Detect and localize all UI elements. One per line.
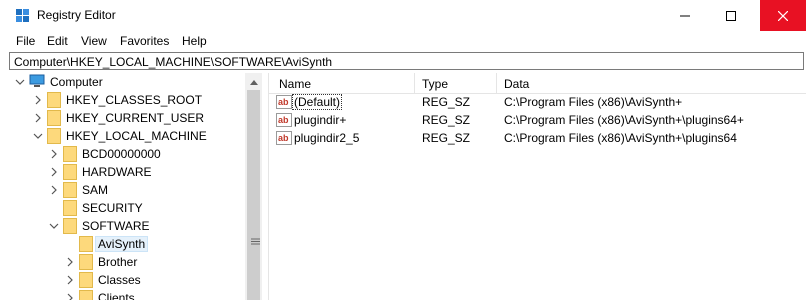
column-divider[interactable] xyxy=(496,73,497,93)
tree-label: HARDWARE xyxy=(82,165,152,179)
column-header-type[interactable]: Type xyxy=(422,77,448,91)
value-list[interactable]: Name Type Data ab (Default) REG_SZ C:\Pr… xyxy=(268,73,806,300)
folder-icon xyxy=(63,164,77,180)
tree-label: HKEY_LOCAL_MACHINE xyxy=(66,129,207,143)
folder-icon xyxy=(47,110,61,126)
close-icon xyxy=(778,10,788,21)
chevron-right-icon[interactable] xyxy=(49,149,59,159)
folder-icon xyxy=(79,272,93,288)
value-row[interactable]: ab plugindir2_5 REG_SZ C:\Program Files … xyxy=(269,129,806,147)
value-data: C:\Program Files (x86)\AviSynth+ xyxy=(504,95,683,109)
value-type: REG_SZ xyxy=(422,113,471,127)
list-header: Name Type Data xyxy=(269,73,806,94)
column-header-name[interactable]: Name xyxy=(279,77,311,91)
chevron-up-icon xyxy=(249,79,258,85)
chevron-right-icon[interactable] xyxy=(65,293,75,300)
column-divider[interactable] xyxy=(414,73,415,93)
folder-icon xyxy=(47,92,61,108)
chevron-right-icon[interactable] xyxy=(33,113,43,123)
tree-label: HKEY_CLASSES_ROOT xyxy=(66,93,203,107)
chevron-down-icon[interactable] xyxy=(49,221,59,231)
tree-item-hkey-local-machine[interactable]: HKEY_LOCAL_MACHINE xyxy=(9,127,249,145)
minimize-button[interactable] xyxy=(662,0,708,31)
string-value-icon: ab xyxy=(276,95,292,109)
address-bar[interactable]: Computer\HKEY_LOCAL_MACHINE\SOFTWARE\Avi… xyxy=(9,52,804,70)
scrollbar-thumb[interactable] xyxy=(247,90,260,300)
value-name: plugindir+ xyxy=(294,113,347,127)
column-header-data[interactable]: Data xyxy=(504,77,529,91)
tree-label: Classes xyxy=(98,273,141,287)
svg-text:ab: ab xyxy=(278,97,289,107)
registry-editor-icon xyxy=(16,9,29,22)
tree-item-hkey-current-user[interactable]: HKEY_CURRENT_USER xyxy=(9,109,249,127)
tree-label: Clients xyxy=(98,291,135,300)
close-button[interactable] xyxy=(760,0,806,31)
scroll-up-button[interactable] xyxy=(245,73,262,90)
tree-item-sam[interactable]: SAM xyxy=(9,181,249,199)
value-data: C:\Program Files (x86)\AviSynth+\plugins… xyxy=(504,113,744,127)
tree-item-hkey-classes-root[interactable]: HKEY_CLASSES_ROOT xyxy=(9,91,249,109)
folder-icon xyxy=(79,290,93,300)
tree-item-security[interactable]: SECURITY xyxy=(9,199,249,217)
key-tree[interactable]: Computer HKEY_CLASSES_ROOT HKEY_CURRENT_… xyxy=(9,73,262,300)
string-value-icon: ab xyxy=(276,113,292,127)
svg-text:ab: ab xyxy=(278,115,289,125)
tree-item-software[interactable]: SOFTWARE xyxy=(9,217,249,235)
window-title: Registry Editor xyxy=(37,8,116,22)
string-value-icon: ab xyxy=(276,131,292,145)
menu-edit[interactable]: Edit xyxy=(47,34,68,48)
chevron-right-icon[interactable] xyxy=(33,95,43,105)
tree-item-hardware[interactable]: HARDWARE xyxy=(9,163,249,181)
value-row[interactable]: ab plugindir+ REG_SZ C:\Program Files (x… xyxy=(269,111,806,129)
value-name: plugindir2_5 xyxy=(294,131,360,145)
value-type: REG_SZ xyxy=(422,95,471,109)
folder-icon xyxy=(63,182,77,198)
computer-icon xyxy=(29,74,45,87)
value-row[interactable]: ab (Default) REG_SZ C:\Program Files (x8… xyxy=(269,93,806,111)
maximize-button[interactable] xyxy=(708,0,754,31)
tree-item-computer[interactable]: Computer xyxy=(9,73,249,91)
menu-help[interactable]: Help xyxy=(182,34,207,48)
tree-label: SAM xyxy=(82,183,109,197)
folder-icon xyxy=(47,128,61,144)
folder-icon xyxy=(63,218,77,234)
menu-view[interactable]: View xyxy=(81,34,107,48)
address-path[interactable]: Computer\HKEY_LOCAL_MACHINE\SOFTWARE\Avi… xyxy=(14,55,332,69)
tree-label: SECURITY xyxy=(82,201,143,215)
value-type: REG_SZ xyxy=(422,131,471,145)
folder-icon xyxy=(63,146,77,162)
chevron-right-icon[interactable] xyxy=(49,167,59,177)
tree-item-avisynth[interactable]: AviSynth xyxy=(9,235,249,253)
tree-label: Brother xyxy=(98,255,138,269)
tree-scrollbar[interactable] xyxy=(245,73,262,300)
maximize-icon xyxy=(726,10,736,21)
tree-item-bcd[interactable]: BCD00000000 xyxy=(9,145,249,163)
folder-icon xyxy=(63,200,77,216)
svg-text:ab: ab xyxy=(278,133,289,143)
chevron-right-icon[interactable] xyxy=(65,257,75,267)
tree-label: BCD00000000 xyxy=(82,147,161,161)
tree-label: SOFTWARE xyxy=(82,219,150,233)
tree-item-clients[interactable]: Clients xyxy=(9,289,249,300)
tree-label-computer: Computer xyxy=(50,75,103,89)
value-name: (Default) xyxy=(291,94,343,110)
minimize-icon xyxy=(680,15,690,16)
tree-label: HKEY_CURRENT_USER xyxy=(66,111,205,125)
chevron-down-icon[interactable] xyxy=(33,131,43,141)
grip-icon xyxy=(251,238,260,245)
folder-icon xyxy=(79,236,93,252)
menu-file[interactable]: File xyxy=(16,34,35,48)
chevron-right-icon[interactable] xyxy=(49,185,59,195)
tree-label-selected: AviSynth xyxy=(95,236,149,252)
value-data: C:\Program Files (x86)\AviSynth+\plugins… xyxy=(504,131,737,145)
menu-favorites[interactable]: Favorites xyxy=(120,34,169,48)
title-bar: Registry Editor xyxy=(0,0,806,31)
menu-bar: File Edit View Favorites Help xyxy=(0,31,806,51)
tree-item-brother[interactable]: Brother xyxy=(9,253,249,271)
folder-icon xyxy=(79,254,93,270)
tree-item-classes[interactable]: Classes xyxy=(9,271,249,289)
chevron-right-icon[interactable] xyxy=(65,275,75,285)
chevron-down-icon[interactable] xyxy=(15,77,25,87)
